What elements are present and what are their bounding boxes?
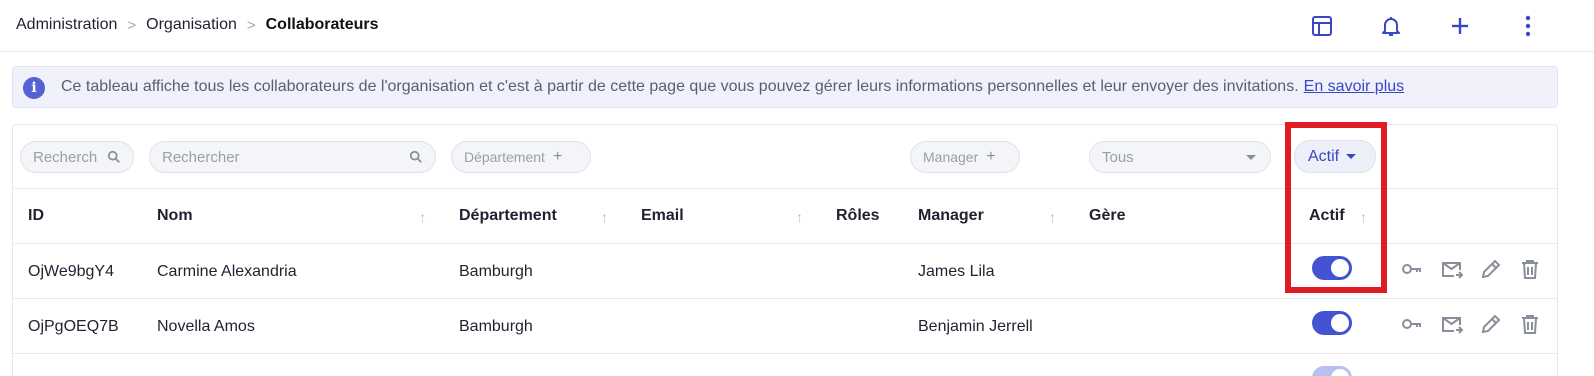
info-text: Ce tableau affiche tous les collaborateu… bbox=[61, 78, 1404, 96]
manages-select[interactable]: Tous bbox=[1089, 141, 1271, 173]
sort-arrow-icon[interactable]: ↑ bbox=[601, 209, 608, 225]
trash-icon[interactable] bbox=[1518, 312, 1542, 336]
breadcrumb-separator: > bbox=[127, 16, 137, 34]
name-search-input[interactable]: Rechercher bbox=[149, 141, 436, 173]
breadcrumb: Administration > Organisation > Collabor… bbox=[16, 14, 379, 36]
department-filter[interactable]: Département + bbox=[451, 141, 591, 173]
active-toggle[interactable] bbox=[1312, 366, 1352, 376]
divider bbox=[13, 353, 1557, 354]
add-icon: + bbox=[986, 148, 996, 165]
toggle-knob bbox=[1331, 369, 1349, 376]
name-search-placeholder: Rechercher bbox=[162, 148, 240, 166]
sort-arrow-icon[interactable]: ↑ bbox=[419, 209, 426, 225]
department-filter-label: Département bbox=[464, 149, 545, 165]
toggle-knob bbox=[1331, 314, 1349, 332]
top-bar: Administration > Organisation > Collabor… bbox=[0, 0, 1594, 52]
manager-filter-label: Manager bbox=[923, 149, 979, 165]
key-icon[interactable] bbox=[1400, 257, 1424, 281]
cell-manager: Benjamin Jerrell bbox=[918, 318, 1033, 335]
cell-id: OjWe9bgY4 bbox=[28, 263, 114, 280]
sort-arrow-icon[interactable]: ↑ bbox=[796, 209, 803, 225]
chevron-down-icon bbox=[1246, 155, 1256, 160]
breadcrumb-administration[interactable]: Administration bbox=[16, 16, 117, 34]
add-icon: + bbox=[552, 148, 563, 165]
plus-icon[interactable] bbox=[1444, 10, 1476, 42]
info-banner: i Ce tableau affiche tous les collaborat… bbox=[12, 66, 1558, 108]
send-mail-icon[interactable] bbox=[1440, 312, 1464, 336]
id-search-input[interactable]: Recherch bbox=[20, 141, 134, 173]
column-header-name[interactable]: Nom bbox=[157, 207, 193, 225]
search-icon bbox=[107, 150, 121, 168]
cell-manager: James Lila bbox=[918, 263, 995, 280]
cell-name: Carmine Alexandria bbox=[157, 263, 297, 280]
column-header-email[interactable]: Email bbox=[641, 207, 684, 225]
highlight-box bbox=[1285, 122, 1387, 293]
breadcrumb-organisation[interactable]: Organisation bbox=[146, 16, 237, 34]
cell-department: Bamburgh bbox=[459, 318, 533, 335]
edit-pencil-icon[interactable] bbox=[1479, 312, 1503, 336]
bell-icon[interactable] bbox=[1375, 10, 1407, 42]
cell-department: Bamburgh bbox=[459, 263, 533, 280]
column-header-id[interactable]: ID bbox=[28, 207, 44, 225]
edit-pencil-icon[interactable] bbox=[1479, 257, 1503, 281]
active-toggle[interactable] bbox=[1312, 311, 1352, 335]
info-icon: i bbox=[23, 77, 45, 99]
breadcrumb-separator: > bbox=[246, 16, 256, 34]
search-icon bbox=[409, 150, 423, 168]
column-header-manages[interactable]: Gère bbox=[1089, 207, 1125, 225]
id-search-placeholder: Recherch bbox=[33, 148, 98, 166]
info-message: Ce tableau affiche tous les collaborateu… bbox=[61, 78, 1299, 95]
send-mail-icon[interactable] bbox=[1440, 257, 1464, 281]
more-vertical-icon[interactable] bbox=[1512, 10, 1544, 42]
divider bbox=[13, 298, 1557, 299]
cell-name: Novella Amos bbox=[157, 318, 255, 335]
trash-icon[interactable] bbox=[1518, 257, 1542, 281]
table-layout-icon[interactable] bbox=[1306, 10, 1338, 42]
column-header-roles[interactable]: Rôles bbox=[836, 207, 880, 225]
manager-filter[interactable]: Manager + bbox=[910, 141, 1020, 173]
breadcrumb-current: Collaborateurs bbox=[265, 16, 379, 33]
manages-select-value: Tous bbox=[1102, 148, 1134, 166]
column-header-manager[interactable]: Manager bbox=[918, 207, 984, 225]
learn-more-link[interactable]: En savoir plus bbox=[1304, 78, 1405, 95]
key-icon[interactable] bbox=[1400, 312, 1424, 336]
sort-arrow-icon[interactable]: ↑ bbox=[1049, 209, 1056, 225]
cell-id: OjPgOEQ7B bbox=[28, 318, 119, 335]
column-header-department[interactable]: Département bbox=[459, 207, 557, 225]
